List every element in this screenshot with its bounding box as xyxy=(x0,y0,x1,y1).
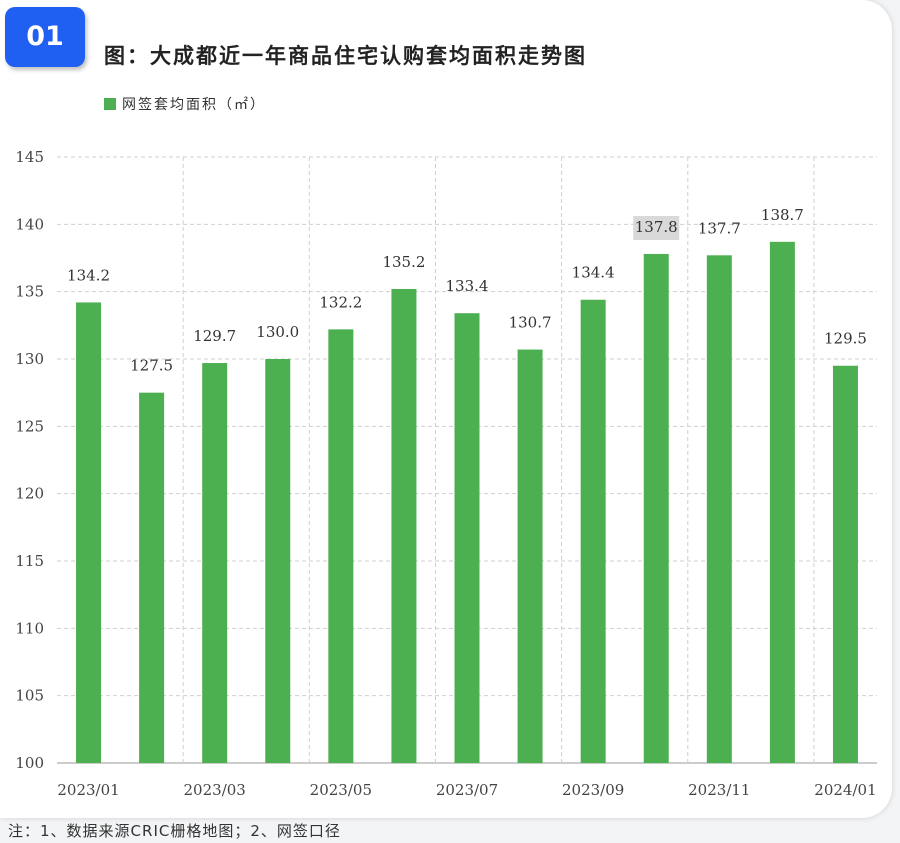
y-tick-label: 145 xyxy=(15,148,44,166)
data-label: 127.5 xyxy=(130,357,173,375)
bar xyxy=(454,313,480,763)
y-tick-label: 120 xyxy=(15,485,44,503)
data-label: 134.4 xyxy=(572,264,615,282)
y-tick-label: 115 xyxy=(15,552,44,570)
data-label: 130.7 xyxy=(509,314,552,332)
x-tick-label: 2023/05 xyxy=(310,781,372,799)
x-tick-label: 2023/09 xyxy=(562,781,624,799)
data-label: 130.0 xyxy=(256,323,299,341)
data-label: 137.7 xyxy=(698,219,741,237)
x-axis-ticks: 2023/01 2023/03 2023/05 2023/07 2023/09 2023/… xyxy=(57,781,876,799)
y-tick-label: 135 xyxy=(15,283,44,301)
bar xyxy=(76,302,102,763)
bar-chart: 100 105 110 115 120 125 130 135 140 145 134.2 127.… xyxy=(15,148,877,799)
y-tick-label: 100 xyxy=(15,754,44,772)
data-label: 133.4 xyxy=(446,277,489,295)
data-label: 135.2 xyxy=(382,253,425,271)
data-label: 129.5 xyxy=(824,330,867,348)
bar xyxy=(769,241,795,764)
y-tick-label: 110 xyxy=(15,619,44,637)
x-tick-label: 2023/11 xyxy=(688,781,750,799)
data-label: 132.2 xyxy=(319,293,362,311)
y-tick-label: 140 xyxy=(15,215,44,233)
bar xyxy=(517,349,543,763)
y-tick-label: 125 xyxy=(15,417,44,435)
bar xyxy=(643,253,669,763)
bar xyxy=(832,365,858,763)
x-tick-label: 2024/01 xyxy=(814,781,876,799)
data-label: 129.7 xyxy=(193,327,236,345)
data-label: 138.7 xyxy=(761,206,804,224)
y-tick-label: 105 xyxy=(15,687,44,705)
bar xyxy=(139,392,165,763)
x-tick-label: 2023/07 xyxy=(436,781,498,799)
x-tick-label: 2023/03 xyxy=(184,781,246,799)
bars xyxy=(76,241,858,764)
data-label: 134.2 xyxy=(67,266,110,284)
footnote: 注：1、数据来源CRIC栅格地图；2、网签口径 xyxy=(8,822,341,840)
bar xyxy=(391,288,417,763)
bar xyxy=(580,299,606,763)
x-tick-label: 2023/01 xyxy=(57,781,119,799)
y-axis-ticks: 100 105 110 115 120 125 130 135 140 145 xyxy=(15,148,44,772)
bar xyxy=(706,255,732,763)
bar xyxy=(328,329,354,763)
bar xyxy=(202,363,228,763)
y-tick-label: 130 xyxy=(15,350,44,368)
bar xyxy=(265,359,291,763)
data-label: 137.8 xyxy=(635,218,678,236)
